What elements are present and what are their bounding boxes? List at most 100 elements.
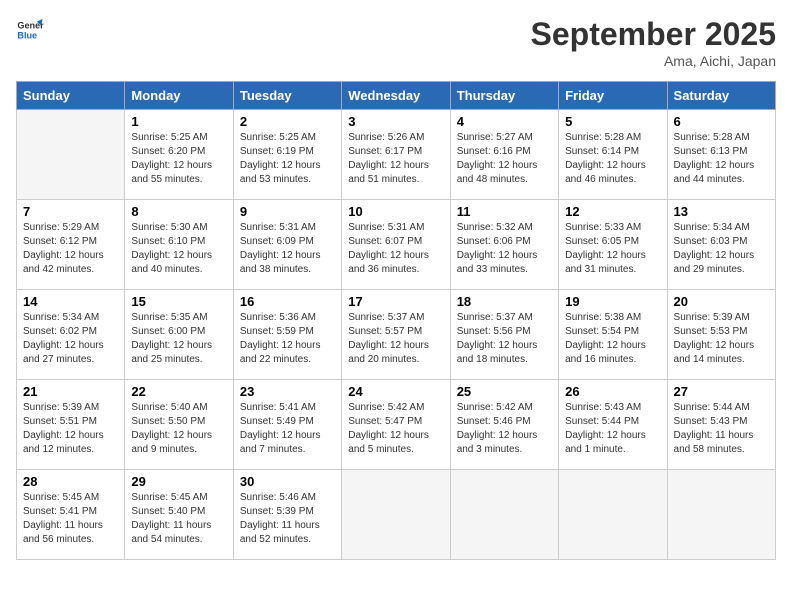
calendar-table: SundayMondayTuesdayWednesdayThursdayFrid… xyxy=(16,81,776,560)
calendar-cell: 16 Sunrise: 5:36 AM Sunset: 5:59 PM Dayli… xyxy=(233,290,341,380)
week-row-0: 1 Sunrise: 5:25 AM Sunset: 6:20 PM Daylig… xyxy=(17,110,776,200)
calendar-cell: 12 Sunrise: 5:33 AM Sunset: 6:05 PM Dayli… xyxy=(559,200,667,290)
day-number: 7 xyxy=(23,204,118,219)
calendar-cell: 30Sunrise: 5:46 AM Sunset: 5:39 PM Dayli… xyxy=(233,470,341,560)
day-number: 21 xyxy=(23,384,118,399)
day-number: 17 xyxy=(348,294,443,309)
calendar-cell: 5Sunrise: 5:28 AM Sunset: 6:14 PM Daylig… xyxy=(559,110,667,200)
day-number: 22 xyxy=(131,384,226,399)
day-info: Sunrise: 5:38 AM Sunset: 5:54 PM Dayligh… xyxy=(565,311,660,367)
day-info: Sunrise: 5:40 AM Sunset: 5:50 PM Dayligh… xyxy=(131,401,226,457)
calendar-cell: 10 Sunrise: 5:31 AM Sunset: 6:07 PM Dayli… xyxy=(342,200,450,290)
day-info: Sunrise: 5:35 AM Sunset: 6:00 PM Dayligh… xyxy=(131,311,226,367)
day-number: 9 xyxy=(240,204,335,219)
calendar-cell: 19 Sunrise: 5:38 AM Sunset: 5:54 PM Dayli… xyxy=(559,290,667,380)
calendar-cell: 15 Sunrise: 5:35 AM Sunset: 6:00 PM Dayli… xyxy=(125,290,233,380)
day-info: Sunrise: 5:39 AM Sunset: 5:53 PM Dayligh… xyxy=(674,311,769,367)
calendar-header-row: SundayMondayTuesdayWednesdayThursdayFrid… xyxy=(17,82,776,110)
day-info: Sunrise: 5:28 AM Sunset: 6:13 PM Dayligh… xyxy=(674,131,769,187)
day-info: Sunrise: 5:31 AM Sunset: 6:09 PM Dayligh… xyxy=(240,221,335,277)
day-header-tuesday: Tuesday xyxy=(233,82,341,110)
day-info: Sunrise: 5:31 AM Sunset: 6:07 PM Dayligh… xyxy=(348,221,443,277)
day-info: Sunrise: 5:42 AM Sunset: 5:46 PM Dayligh… xyxy=(457,401,552,457)
day-header-sunday: Sunday xyxy=(17,82,125,110)
calendar-cell: 3Sunrise: 5:26 AM Sunset: 6:17 PM Daylig… xyxy=(342,110,450,200)
location-subtitle: Ama, Aichi, Japan xyxy=(531,53,776,69)
week-row-1: 7 Sunrise: 5:29 AM Sunset: 6:12 PM Daylig… xyxy=(17,200,776,290)
day-number: 27 xyxy=(674,384,769,399)
day-info: Sunrise: 5:43 AM Sunset: 5:44 PM Dayligh… xyxy=(565,401,660,457)
day-number: 20 xyxy=(674,294,769,309)
day-number: 14 xyxy=(23,294,118,309)
calendar-cell: 7 Sunrise: 5:29 AM Sunset: 6:12 PM Daylig… xyxy=(17,200,125,290)
week-row-2: 14 Sunrise: 5:34 AM Sunset: 6:02 PM Dayli… xyxy=(17,290,776,380)
day-info: Sunrise: 5:27 AM Sunset: 6:16 PM Dayligh… xyxy=(457,131,552,187)
day-info: Sunrise: 5:41 AM Sunset: 5:49 PM Dayligh… xyxy=(240,401,335,457)
day-info: Sunrise: 5:33 AM Sunset: 6:05 PM Dayligh… xyxy=(565,221,660,277)
week-row-4: 28 Sunrise: 5:45 AM Sunset: 5:41 PM Dayli… xyxy=(17,470,776,560)
day-info: Sunrise: 5:25 AM Sunset: 6:20 PM Dayligh… xyxy=(131,131,226,187)
day-number: 24 xyxy=(348,384,443,399)
day-info: Sunrise: 5:37 AM Sunset: 5:57 PM Dayligh… xyxy=(348,311,443,367)
day-number: 15 xyxy=(131,294,226,309)
day-number: 10 xyxy=(348,204,443,219)
day-info: Sunrise: 5:44 AM Sunset: 5:43 PM Dayligh… xyxy=(674,401,769,457)
day-number: 1 xyxy=(131,114,226,129)
calendar-cell: 9 Sunrise: 5:31 AM Sunset: 6:09 PM Daylig… xyxy=(233,200,341,290)
day-number: 6 xyxy=(674,114,769,129)
day-info: Sunrise: 5:25 AM Sunset: 6:19 PM Dayligh… xyxy=(240,131,335,187)
day-info: Sunrise: 5:46 AM Sunset: 5:39 PM Dayligh… xyxy=(240,491,335,547)
day-info: Sunrise: 5:39 AM Sunset: 5:51 PM Dayligh… xyxy=(23,401,118,457)
calendar-cell: 2 Sunrise: 5:25 AM Sunset: 6:19 PM Daylig… xyxy=(233,110,341,200)
calendar-cell: 24 Sunrise: 5:42 AM Sunset: 5:47 PM Dayli… xyxy=(342,380,450,470)
day-info: Sunrise: 5:28 AM Sunset: 6:14 PM Dayligh… xyxy=(565,131,660,187)
calendar-cell: 29Sunrise: 5:45 AM Sunset: 5:40 PM Dayli… xyxy=(125,470,233,560)
calendar-cell: 11 Sunrise: 5:32 AM Sunset: 6:06 PM Dayli… xyxy=(450,200,558,290)
day-number: 28 xyxy=(23,474,118,489)
logo: General Blue xyxy=(16,16,44,44)
day-number: 25 xyxy=(457,384,552,399)
day-number: 23 xyxy=(240,384,335,399)
calendar-cell: 4 Sunrise: 5:27 AM Sunset: 6:16 PM Daylig… xyxy=(450,110,558,200)
day-header-monday: Monday xyxy=(125,82,233,110)
day-info: Sunrise: 5:36 AM Sunset: 5:59 PM Dayligh… xyxy=(240,311,335,367)
day-header-thursday: Thursday xyxy=(450,82,558,110)
calendar-cell: 25 Sunrise: 5:42 AM Sunset: 5:46 PM Dayli… xyxy=(450,380,558,470)
day-number: 26 xyxy=(565,384,660,399)
calendar-cell: 22 Sunrise: 5:40 AM Sunset: 5:50 PM Dayli… xyxy=(125,380,233,470)
calendar-cell xyxy=(559,470,667,560)
calendar-cell: 8Sunrise: 5:30 AM Sunset: 6:10 PM Daylig… xyxy=(125,200,233,290)
day-number: 11 xyxy=(457,204,552,219)
logo-icon: General Blue xyxy=(16,16,44,44)
day-info: Sunrise: 5:29 AM Sunset: 6:12 PM Dayligh… xyxy=(23,221,118,277)
day-number: 12 xyxy=(565,204,660,219)
calendar-cell: 18 Sunrise: 5:37 AM Sunset: 5:56 PM Dayli… xyxy=(450,290,558,380)
title-block: September 2025 Ama, Aichi, Japan xyxy=(531,16,776,69)
calendar-cell: 14 Sunrise: 5:34 AM Sunset: 6:02 PM Dayli… xyxy=(17,290,125,380)
calendar-cell xyxy=(342,470,450,560)
calendar-cell: 17 Sunrise: 5:37 AM Sunset: 5:57 PM Dayli… xyxy=(342,290,450,380)
calendar-cell xyxy=(17,110,125,200)
calendar-cell: 26 Sunrise: 5:43 AM Sunset: 5:44 PM Dayli… xyxy=(559,380,667,470)
day-number: 16 xyxy=(240,294,335,309)
day-number: 2 xyxy=(240,114,335,129)
day-header-friday: Friday xyxy=(559,82,667,110)
day-info: Sunrise: 5:34 AM Sunset: 6:02 PM Dayligh… xyxy=(23,311,118,367)
day-number: 18 xyxy=(457,294,552,309)
calendar-cell: 28 Sunrise: 5:45 AM Sunset: 5:41 PM Dayli… xyxy=(17,470,125,560)
calendar-cell: 20 Sunrise: 5:39 AM Sunset: 5:53 PM Dayli… xyxy=(667,290,775,380)
day-info: Sunrise: 5:32 AM Sunset: 6:06 PM Dayligh… xyxy=(457,221,552,277)
day-info: Sunrise: 5:37 AM Sunset: 5:56 PM Dayligh… xyxy=(457,311,552,367)
day-number: 8 xyxy=(131,204,226,219)
day-header-saturday: Saturday xyxy=(667,82,775,110)
day-number: 19 xyxy=(565,294,660,309)
day-number: 4 xyxy=(457,114,552,129)
calendar-body: 1 Sunrise: 5:25 AM Sunset: 6:20 PM Daylig… xyxy=(17,110,776,560)
day-info: Sunrise: 5:42 AM Sunset: 5:47 PM Dayligh… xyxy=(348,401,443,457)
day-info: Sunrise: 5:26 AM Sunset: 6:17 PM Dayligh… xyxy=(348,131,443,187)
calendar-cell: 13Sunrise: 5:34 AM Sunset: 6:03 PM Dayli… xyxy=(667,200,775,290)
calendar-cell xyxy=(450,470,558,560)
day-header-wednesday: Wednesday xyxy=(342,82,450,110)
page-header: General Blue September 2025 Ama, Aichi, … xyxy=(16,16,776,69)
day-info: Sunrise: 5:45 AM Sunset: 5:41 PM Dayligh… xyxy=(23,491,118,547)
